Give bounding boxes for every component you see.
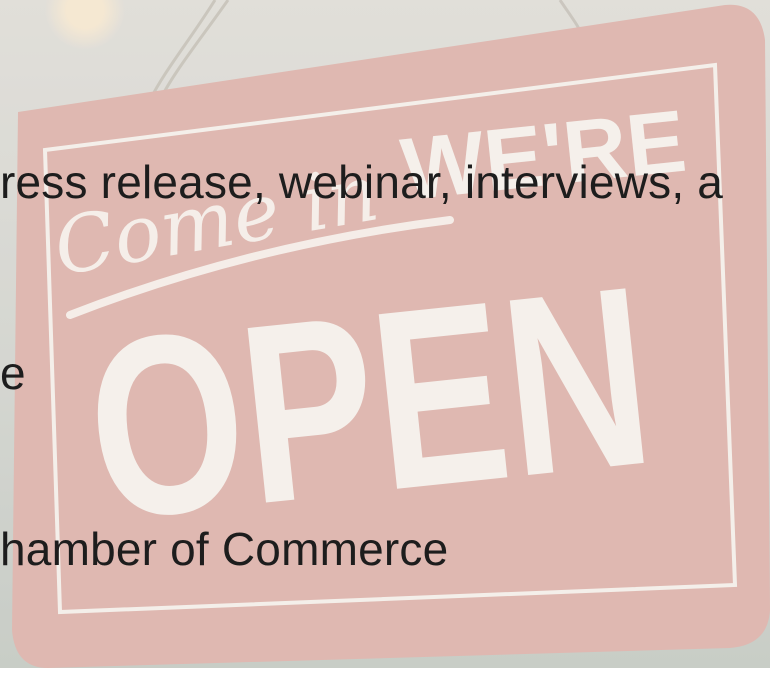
slide-text-line-3: hamber of Commerce — [0, 523, 449, 575]
slide-text-line-1: ress release, webinar, interviews, a — [0, 156, 724, 208]
slide-text-line-2: e — [0, 347, 26, 399]
